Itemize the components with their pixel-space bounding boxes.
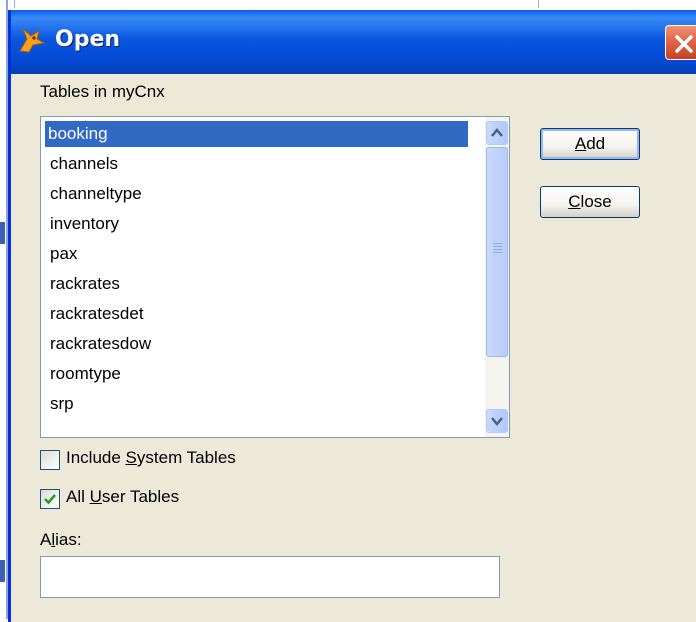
all-user-tables-checkbox[interactable] xyxy=(40,489,60,509)
include-system-tables-checkbox[interactable] xyxy=(40,450,60,470)
grip-line xyxy=(493,249,502,250)
scroll-up-button[interactable] xyxy=(486,121,508,145)
background-divider xyxy=(538,0,539,8)
add-button[interactable]: Add xyxy=(540,128,640,160)
list-item-rackrates[interactable]: rackrates xyxy=(47,271,120,297)
chevron-up-icon xyxy=(491,128,503,137)
alias-input[interactable] xyxy=(40,556,500,598)
background-divider xyxy=(14,0,15,8)
list-item-rackratesdet[interactable]: rackratesdet xyxy=(47,301,144,327)
list-item-roomtype[interactable]: roomtype xyxy=(47,361,121,387)
scroll-thumb[interactable] xyxy=(486,147,508,357)
list-item-booking[interactable]: booking xyxy=(45,121,468,147)
scroll-down-button[interactable] xyxy=(486,409,508,433)
grip-line xyxy=(493,243,502,244)
grip-line xyxy=(493,252,502,253)
list-item-inventory[interactable]: inventory xyxy=(47,211,119,237)
close-icon xyxy=(675,35,693,53)
title-bar[interactable]: Open xyxy=(11,10,696,74)
background-marker xyxy=(0,560,5,582)
dialog-title: Open xyxy=(55,27,121,52)
tables-listbox[interactable]: booking channels channeltype inventory p… xyxy=(40,116,510,438)
list-item-rackratesdow[interactable]: rackratesdow xyxy=(47,331,151,357)
list-item-channeltype[interactable]: channeltype xyxy=(47,181,142,207)
background-window-top xyxy=(0,0,696,8)
include-system-tables-label: Include System Tables xyxy=(66,448,236,467)
list-item-pax[interactable]: pax xyxy=(47,241,77,267)
close-button[interactable]: Close xyxy=(540,186,640,218)
close-window-button[interactable] xyxy=(665,25,696,60)
background-marker xyxy=(0,222,5,244)
list-item-channels[interactable]: channels xyxy=(47,151,118,177)
vertical-scrollbar[interactable] xyxy=(485,117,509,437)
grip-line xyxy=(493,246,502,247)
tables-label: Tables in myCnx xyxy=(40,82,165,101)
chevron-down-icon xyxy=(491,417,503,426)
list-item-srp[interactable]: srp xyxy=(47,391,74,417)
fox-icon xyxy=(19,28,46,53)
checkmark-icon xyxy=(44,494,56,505)
alias-label: Alias: xyxy=(40,530,82,549)
all-user-tables-label: All User Tables xyxy=(66,487,180,506)
